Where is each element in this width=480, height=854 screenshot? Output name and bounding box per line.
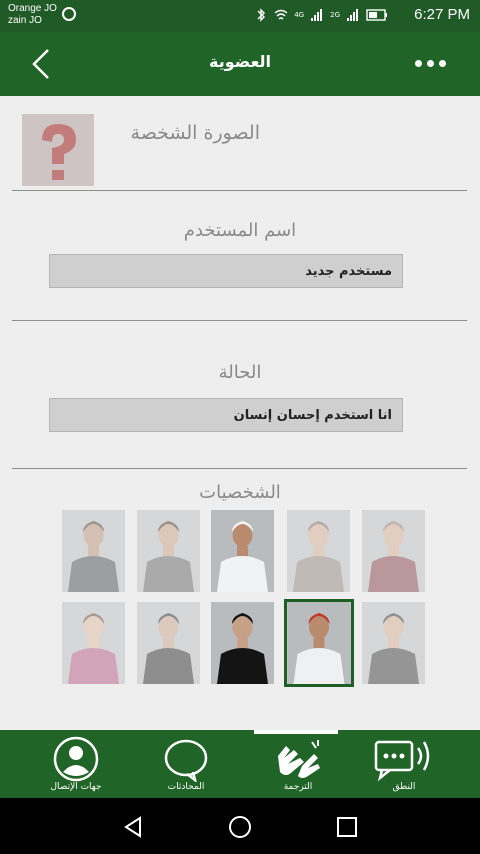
nav-chats[interactable]: المحادثات xyxy=(136,734,236,798)
character-man-shemagh[interactable] xyxy=(284,599,354,687)
characters-title: الشخصيات xyxy=(199,482,281,503)
character-woman-dark[interactable] xyxy=(362,602,425,684)
character-avatar-icon xyxy=(62,510,125,592)
character-avatar-icon xyxy=(362,510,425,592)
whatsapp-notification-icon xyxy=(62,7,76,21)
question-mark-icon xyxy=(22,114,94,186)
profile-content: الصورة الشخصة اسم المستخدم الحالة الشخصي… xyxy=(0,96,480,730)
divider xyxy=(12,468,467,469)
dot-icon xyxy=(439,60,446,67)
status-title: الحالة xyxy=(218,362,262,383)
nav-contacts[interactable]: جهات الإتصال xyxy=(26,734,126,798)
signal-bars-2-icon xyxy=(347,9,358,21)
character-avatar-icon xyxy=(211,510,274,592)
divider xyxy=(12,190,467,191)
username-field[interactable] xyxy=(49,254,403,288)
app-bar: العضوية xyxy=(0,32,480,96)
chat-bubble-icon xyxy=(164,739,208,782)
character-woman-hijab[interactable] xyxy=(287,510,350,592)
character-boy-thobe[interactable] xyxy=(211,510,274,592)
sign-language-hand-icon xyxy=(278,740,320,778)
nav-speech-label: النطق xyxy=(392,782,416,792)
carrier-1: Orange JO xyxy=(8,3,57,14)
character-girl-pink[interactable] xyxy=(62,602,125,684)
character-avatar-icon xyxy=(137,602,200,684)
nav-translation[interactable]: الترجمة xyxy=(248,734,348,798)
divider xyxy=(12,320,467,321)
page-title: العضوية xyxy=(208,52,272,71)
nav-chats-label: المحادثات xyxy=(167,782,205,792)
character-man-tshirt[interactable] xyxy=(137,510,200,592)
clock: 6:27 PM xyxy=(414,6,470,23)
bluetooth-icon xyxy=(257,8,266,22)
nav-translation-label: الترجمة xyxy=(283,782,313,792)
home-circle-icon[interactable] xyxy=(227,814,253,840)
photo-label: الصورة الشخصة xyxy=(130,122,260,144)
dot-icon xyxy=(427,60,434,67)
character-avatar-icon xyxy=(62,602,125,684)
battery-icon xyxy=(366,9,387,21)
character-avatar-icon xyxy=(137,510,200,592)
contacts-icon xyxy=(53,736,99,782)
character-man-suit[interactable] xyxy=(62,510,125,592)
signal-bars-icon xyxy=(311,9,323,21)
system-navigation-bar xyxy=(0,798,480,854)
bottom-navigation: جهات الإتصال المحادثات الترجمة النطق xyxy=(0,730,480,798)
carrier-2: zain JO xyxy=(8,15,42,26)
more-options-button[interactable] xyxy=(415,60,446,67)
character-avatar-icon xyxy=(211,602,274,684)
recents-square-icon[interactable] xyxy=(334,814,360,840)
character-woman-abaya[interactable] xyxy=(211,602,274,684)
character-avatar-icon xyxy=(287,602,351,684)
nav-speech[interactable]: النطق xyxy=(354,734,454,798)
profile-photo[interactable] xyxy=(22,114,94,186)
network-4g-label: 4G xyxy=(294,11,305,19)
wifi-icon xyxy=(274,9,288,20)
network-2g-label: 2G xyxy=(330,11,340,19)
back-triangle-icon[interactable] xyxy=(120,814,146,840)
status-field[interactable] xyxy=(49,398,403,432)
status-icons: 4G 2G xyxy=(254,8,388,22)
status-bar: Orange JO zain JO 4G 2G 6:27 PM xyxy=(0,0,480,32)
character-avatar-icon xyxy=(287,510,350,592)
speech-message-icon xyxy=(374,740,430,782)
dot-icon xyxy=(415,60,422,67)
character-woman-red-hijab[interactable] xyxy=(362,510,425,592)
nav-contacts-label: جهات الإتصال xyxy=(50,782,102,792)
character-woman-black-hijab[interactable] xyxy=(137,602,200,684)
username-title: اسم المستخدم xyxy=(183,220,297,241)
character-avatar-icon xyxy=(362,602,425,684)
